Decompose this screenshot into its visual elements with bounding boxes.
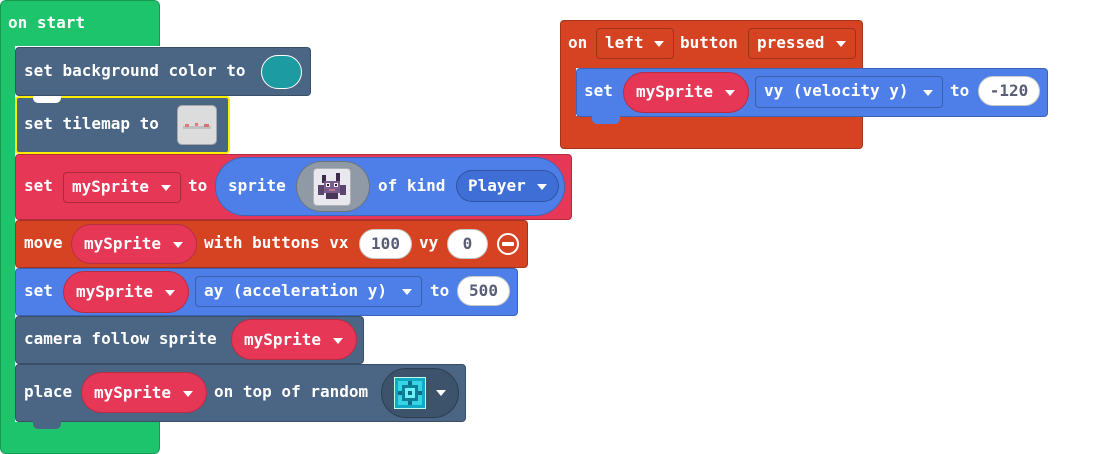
set-velocity-to-label: to <box>950 81 970 100</box>
sprite-image-picker[interactable] <box>296 161 370 212</box>
vy-label: vy <box>419 233 439 252</box>
of-kind-label: of kind <box>378 176 446 195</box>
set-sprite-variable-value: mySprite <box>72 177 150 196</box>
button-choice-dropdown[interactable]: left <box>596 28 674 59</box>
vx-value: 100 <box>371 234 400 253</box>
set-velocity-notch <box>592 116 620 124</box>
set-velocity-variable[interactable]: mySprite <box>623 72 749 113</box>
chevron-down-icon <box>183 391 193 397</box>
tile-image-icon <box>394 377 426 409</box>
chevron-down-icon <box>402 289 412 295</box>
place-sprite-variable[interactable]: mySprite <box>81 372 207 413</box>
set-acceleration-to-label: to <box>430 281 450 300</box>
velocity-value-input[interactable]: -120 <box>978 76 1040 106</box>
button-event-dropdown[interactable]: pressed <box>748 28 856 59</box>
set-acceleration-variable[interactable]: mySprite <box>63 271 189 313</box>
chevron-down-icon <box>654 41 664 47</box>
move-label: move <box>24 233 63 252</box>
on-start-label: on start <box>8 13 86 32</box>
button-label: button <box>680 33 738 52</box>
vx-input[interactable]: 100 <box>359 229 412 259</box>
set-tilemap-notch <box>33 96 61 103</box>
vy-value: 0 <box>462 234 473 253</box>
chevron-down-icon <box>923 90 933 96</box>
chevron-down-icon <box>165 290 175 296</box>
tile-picker-dropdown[interactable] <box>381 368 459 418</box>
set-tilemap-label: set tilemap to <box>24 114 159 133</box>
on-top-of-random-label: on top of random <box>214 382 369 401</box>
set-velocity-set-label: set <box>584 81 613 100</box>
set-sprite-variable-dropdown[interactable]: mySprite <box>63 172 181 203</box>
sprite-kind-value: Player <box>468 176 526 195</box>
acceleration-property-dropdown[interactable]: ay (acceleration y) <box>195 276 422 307</box>
acceleration-value-input[interactable]: 500 <box>457 276 510 306</box>
set-acceleration-set-label: set <box>24 281 53 300</box>
on-label: on <box>568 33 588 52</box>
set-velocity-variable-value: mySprite <box>636 82 714 101</box>
camera-follow-label: camera follow sprite <box>24 329 217 348</box>
chevron-down-icon <box>836 41 846 47</box>
chevron-down-icon <box>537 184 547 190</box>
move-sprite-variable[interactable]: mySprite <box>71 224 197 264</box>
set-background-color-label: set background color to <box>24 61 246 80</box>
camera-follow-variable[interactable]: mySprite <box>231 319 357 360</box>
chevron-down-icon <box>333 338 343 344</box>
acceleration-property-value: ay (acceleration y) <box>204 281 388 300</box>
chevron-down-icon <box>436 390 446 396</box>
tilemap-image-thumbnail[interactable] <box>177 105 217 145</box>
vy-input[interactable]: 0 <box>447 229 488 259</box>
place-sprite-variable-value: mySprite <box>94 383 172 402</box>
button-event-value: pressed <box>757 33 825 52</box>
move-sprite-variable-value: mySprite <box>84 234 162 253</box>
button-choice-value: left <box>605 33 644 52</box>
camera-follow-variable-value: mySprite <box>244 330 322 349</box>
sprite-create-label: sprite <box>228 176 286 195</box>
place-label: place <box>24 382 73 401</box>
set-sprite-to-label: to <box>188 176 208 195</box>
chevron-down-icon <box>161 185 171 191</box>
minus-circle-icon[interactable] <box>497 233 519 255</box>
set-sprite-set-label: set <box>24 176 53 195</box>
sprite-kind-dropdown[interactable]: Player <box>456 170 559 202</box>
velocity-property-dropdown[interactable]: vy (velocity y) <box>755 76 943 108</box>
background-color-swatch[interactable] <box>261 55 302 89</box>
acceleration-value: 500 <box>469 281 498 300</box>
place-block-notch <box>33 421 61 429</box>
chevron-down-icon <box>725 90 735 96</box>
bat-sprite-icon <box>313 168 351 206</box>
set-acceleration-variable-value: mySprite <box>76 282 154 301</box>
chevron-down-icon <box>173 242 183 248</box>
velocity-value: -120 <box>989 81 1029 100</box>
with-buttons-vx-label: with buttons vx <box>204 233 349 252</box>
velocity-property-value: vy (velocity y) <box>764 81 909 100</box>
